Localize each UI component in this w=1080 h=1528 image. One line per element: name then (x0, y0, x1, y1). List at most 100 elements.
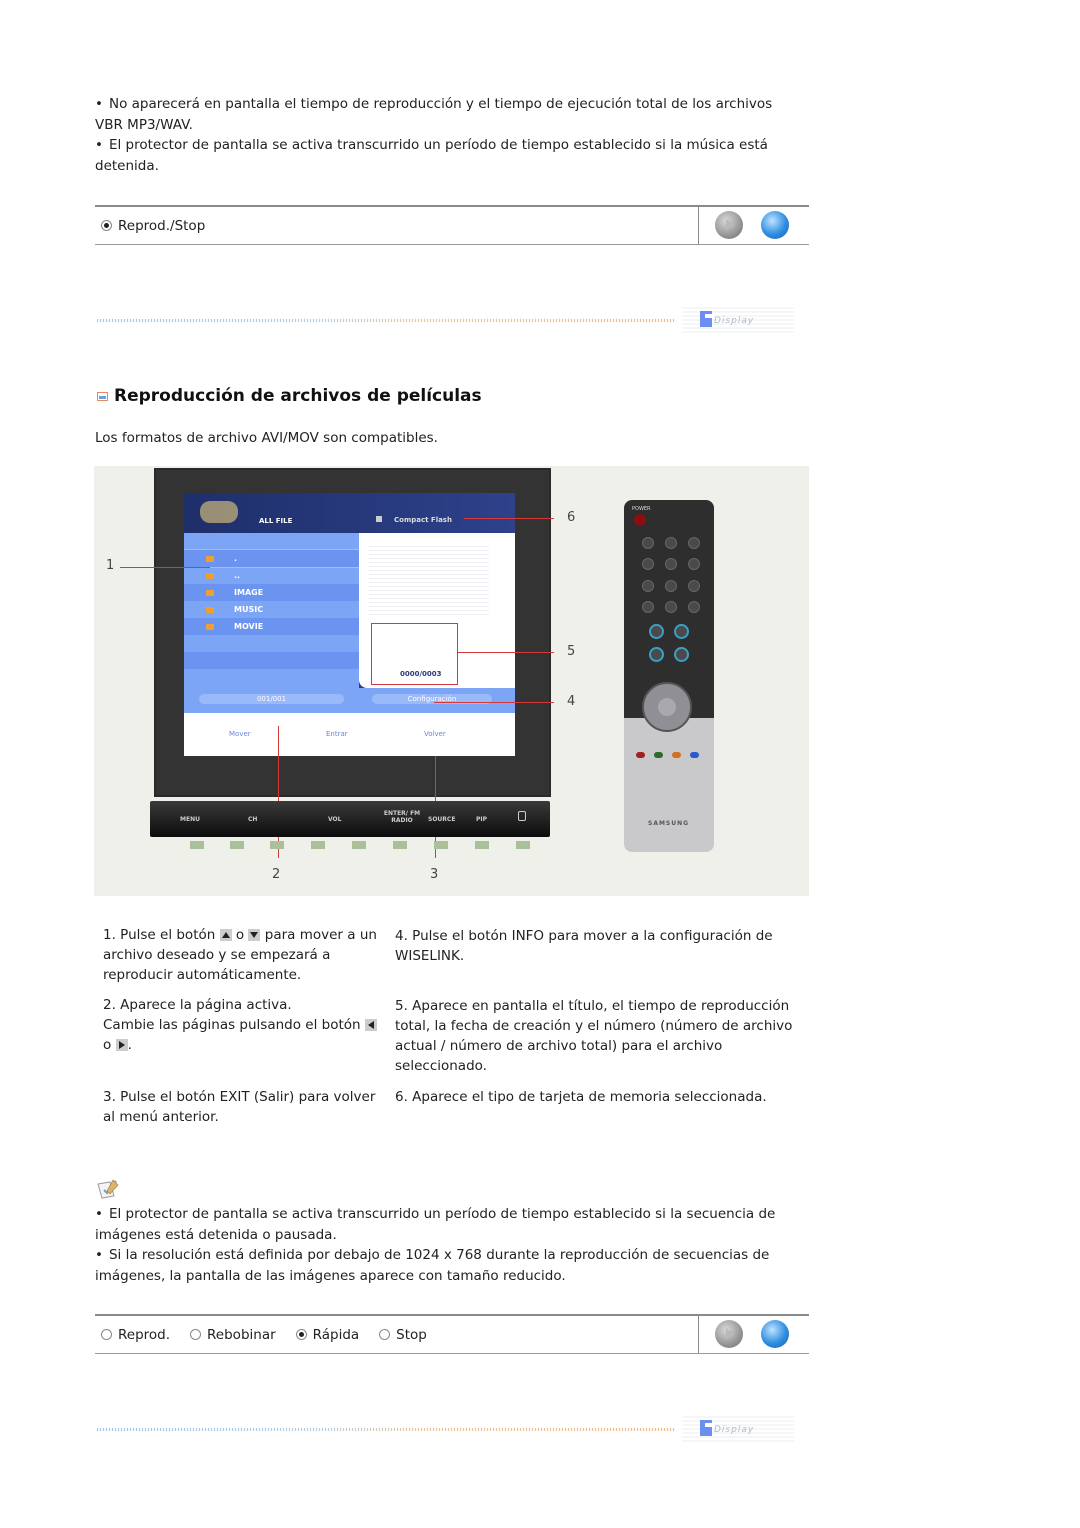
play-button[interactable] (715, 211, 743, 239)
remote-digit[interactable] (688, 558, 700, 570)
panel-vol[interactable]: VOL (328, 816, 341, 823)
radio-icon (379, 1329, 391, 1340)
remote-vol-down[interactable] (649, 647, 664, 662)
step-6: 6. Aparece el tipo de tarjeta de memoria… (395, 1087, 795, 1107)
step-5: 5. Aparece en pantalla el título, el tie… (395, 996, 795, 1076)
remote-digit[interactable] (642, 601, 654, 613)
radio-selected-icon (295, 1329, 307, 1340)
radio-stop[interactable]: Stop (379, 1327, 427, 1343)
power-icon[interactable] (518, 811, 526, 821)
up-arrow-icon (219, 929, 232, 941)
note-text: El protector de pantalla se activa trans… (95, 1206, 776, 1243)
radio-icon (190, 1329, 202, 1340)
remote-digit[interactable] (665, 558, 677, 570)
note-text: El protector de pantalla se activa trans… (95, 137, 768, 174)
radio-reprod-stop[interactable]: Reprod./Stop (101, 218, 205, 234)
info-box: 0000/0003 (371, 623, 458, 685)
right-arrow-icon (115, 1039, 128, 1051)
panel-key (516, 841, 530, 849)
remote-yellow-button[interactable] (672, 752, 681, 758)
screen-footer: Mover Entrar Volver (184, 713, 515, 756)
remote-blue-button[interactable] (690, 752, 699, 758)
control-buttons (693, 207, 809, 244)
card-icon (376, 516, 382, 522)
screen-nav: 001/001 Configuración (184, 688, 515, 713)
list-item-label: . (234, 554, 238, 563)
remote-ok-button[interactable] (658, 698, 676, 716)
control-bar-music: Reprod./Stop (95, 205, 809, 245)
list-item-label: IMAGE (234, 588, 264, 597)
callout-5: 5 (567, 644, 576, 659)
remote-ch-up[interactable] (674, 624, 689, 639)
display-logo: Display (682, 305, 794, 333)
radio-rebobinar[interactable]: Rebobinar (190, 1327, 276, 1343)
remote-power-button[interactable] (634, 514, 646, 526)
remote-digit[interactable] (688, 580, 700, 592)
step-text: 2. Aparece la página activa. (103, 997, 292, 1013)
list-item[interactable]: MUSIC (184, 601, 359, 618)
footer-return: Volver (424, 730, 446, 738)
callout-line-5 (457, 652, 554, 653)
callout-3: 3 (430, 867, 439, 882)
list-item[interactable]: MOVIE (184, 618, 359, 635)
panel-enter[interactable]: ENTER/ FM RADIO (382, 810, 422, 824)
remote-vol-up[interactable] (649, 624, 664, 639)
remote-digit[interactable] (642, 558, 654, 570)
callout-2: 2 (272, 867, 281, 882)
remote-digit[interactable] (688, 601, 700, 613)
panel-ch[interactable]: CH (248, 816, 257, 823)
file-info-panel: 0000/0003 (359, 533, 515, 688)
screen-header-left: ALL FILE (259, 517, 293, 525)
panel-key (311, 841, 325, 849)
remote-digit[interactable] (665, 580, 677, 592)
callout-line-6 (464, 518, 554, 519)
section-divider: Display (97, 305, 797, 335)
panel-pip[interactable]: PIP (476, 816, 487, 823)
wiselink-figure: ALL FILE Compact Flash . .. IMAGE MUSIC … (94, 466, 809, 896)
step-text: 1. Pulse el botón (103, 927, 216, 943)
remote-digit[interactable] (665, 601, 677, 613)
remote-digit[interactable] (688, 537, 700, 549)
list-item[interactable]: .. (184, 567, 359, 584)
panel-menu[interactable]: MENU (180, 816, 200, 823)
preview-area (369, 545, 489, 615)
logo-text: Display (714, 316, 755, 326)
step-text: o (235, 927, 245, 943)
step-text: 4. Pulse el botón INFO para mover a la c… (395, 928, 773, 964)
remote-ch-down[interactable] (674, 647, 689, 662)
remote-dpad[interactable] (642, 682, 692, 732)
remote-brand: SAMSUNG (648, 820, 690, 827)
panel-source[interactable]: SOURCE (428, 816, 455, 823)
panel-key (475, 841, 489, 849)
monitor-control-panel: MENU CH VOL ENTER/ FM RADIO SOURCE PIP (150, 801, 550, 837)
callout-6: 6 (567, 510, 576, 525)
step-text: 6. Aparece el tipo de tarjeta de memoria… (395, 1089, 767, 1105)
screen-header-right: Compact Flash (394, 516, 452, 524)
remote-digit[interactable] (642, 537, 654, 549)
list-item[interactable]: . (184, 549, 360, 568)
radio-rapida[interactable]: Rápida (295, 1326, 360, 1343)
remote-digit[interactable] (665, 537, 677, 549)
callout-line-1 (120, 567, 210, 568)
step-text: Cambie las páginas pulsando el botón (103, 1017, 361, 1033)
note-vbr: No aparecerá en pantalla el tiempo de re… (95, 94, 795, 135)
folder-icon (206, 589, 214, 596)
footer-move: Mover (229, 730, 251, 738)
logo-icon (700, 1420, 714, 1436)
remote-red-button[interactable] (636, 752, 645, 758)
radio-reprod[interactable]: Reprod. (101, 1327, 170, 1343)
folder-icon (206, 572, 214, 579)
remote-green-button[interactable] (654, 752, 663, 758)
stop-button[interactable] (761, 1320, 789, 1348)
play-button[interactable] (715, 1320, 743, 1348)
panel-key (352, 841, 366, 849)
step-2: 2. Aparece la página activa. Cambie las … (103, 995, 388, 1055)
page-indicator[interactable]: 001/001 (199, 694, 344, 704)
radio-label: Rápida (312, 1326, 360, 1343)
display-logo: Display (682, 1414, 794, 1442)
stop-button[interactable] (761, 211, 789, 239)
step-3: 3. Pulse el botón EXIT (Salir) para volv… (103, 1087, 383, 1127)
remote-digit[interactable] (642, 580, 654, 592)
file-counter: 0000/0003 (400, 670, 442, 678)
list-item[interactable]: IMAGE (184, 584, 359, 601)
